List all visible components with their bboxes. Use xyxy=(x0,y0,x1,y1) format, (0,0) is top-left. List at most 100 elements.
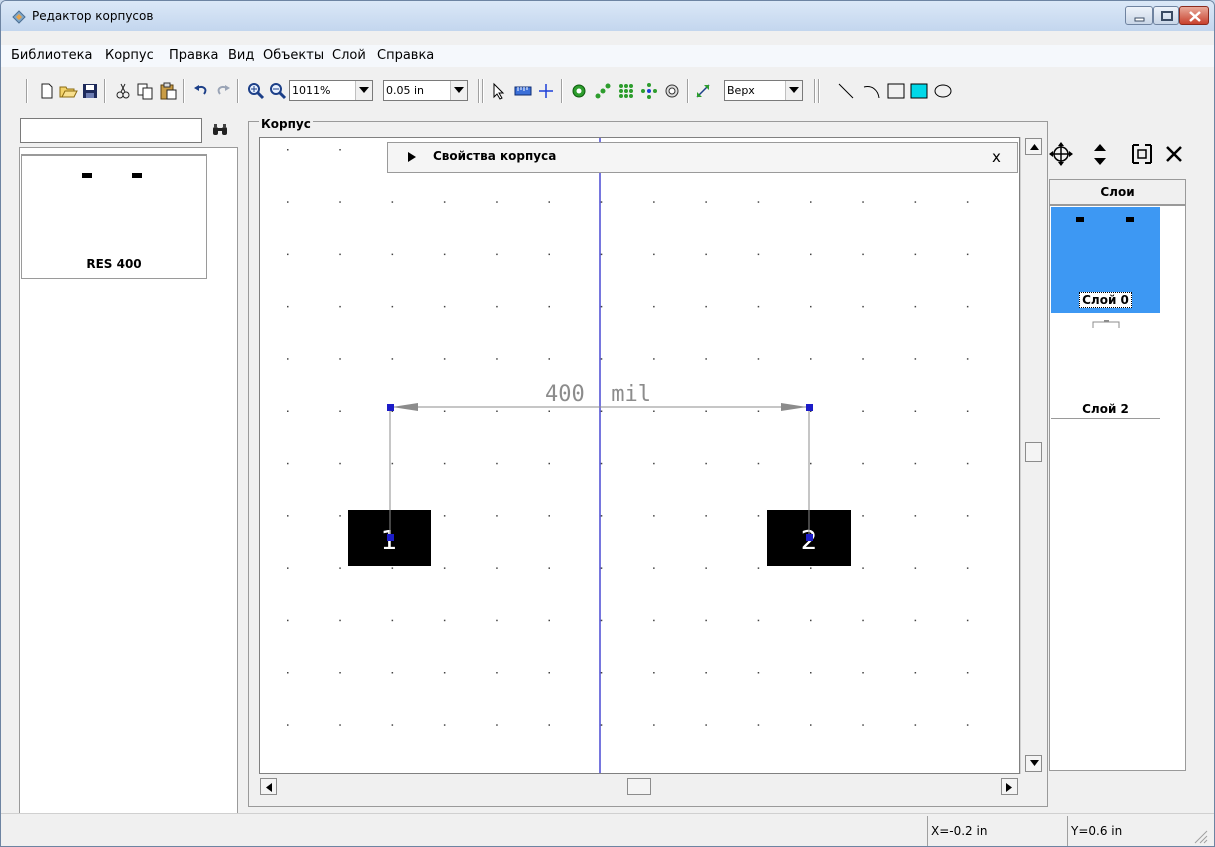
pad-2-anchor[interactable] xyxy=(806,534,813,541)
dimension-handle-left[interactable] xyxy=(387,404,394,411)
draw-arc-button[interactable] xyxy=(862,81,882,101)
close-button[interactable] xyxy=(1179,6,1209,25)
grid-dot xyxy=(548,567,550,569)
move-layer-icon[interactable] xyxy=(1049,141,1073,167)
draw-filled-rectangle-button[interactable] xyxy=(909,81,929,101)
menu-edit[interactable]: Правка xyxy=(169,48,218,63)
undo-button[interactable] xyxy=(191,81,211,101)
place-pad-circle-button[interactable] xyxy=(639,81,659,101)
scroll-left-button[interactable] xyxy=(260,778,277,795)
drawing-canvas[interactable]: 1 2 400 mil xyxy=(259,137,1020,774)
scroll-up-button[interactable] xyxy=(1025,138,1042,155)
pad-preview xyxy=(132,173,142,178)
scroll-right-button[interactable] xyxy=(1001,778,1018,795)
redo-button[interactable] xyxy=(213,81,233,101)
open-button[interactable] xyxy=(58,81,78,101)
dimension-handle-right[interactable] xyxy=(806,404,813,411)
scroll-down-button[interactable] xyxy=(1025,755,1042,772)
place-pad-array-button[interactable] xyxy=(616,81,636,101)
grid-dot xyxy=(443,305,446,308)
menu-package[interactable]: Корпус xyxy=(105,48,154,63)
save-button[interactable] xyxy=(80,81,100,101)
grid-dot xyxy=(810,462,812,465)
draw-ellipse-button[interactable] xyxy=(933,81,953,101)
vertical-scroll-thumb[interactable] xyxy=(1025,442,1042,462)
layer-item-0[interactable]: Слой 0 xyxy=(1051,207,1160,313)
package-card-res400[interactable]: RES 400 xyxy=(21,154,207,279)
grid-dot xyxy=(548,619,550,622)
select-tool-button[interactable] xyxy=(489,81,509,101)
grid-dot xyxy=(862,724,864,726)
grid-dot xyxy=(600,305,603,308)
menu-help[interactable]: Справка xyxy=(377,48,434,63)
draw-rectangle-button[interactable] xyxy=(886,81,906,101)
measure-tool-button[interactable] xyxy=(513,81,533,101)
delete-layer-icon[interactable] xyxy=(1162,141,1186,167)
menu-library[interactable]: Библиотека xyxy=(11,48,93,63)
origin-tool-button[interactable] xyxy=(536,81,556,101)
layer-fit-icon[interactable] xyxy=(1130,141,1154,167)
menu-view[interactable]: Вид xyxy=(228,48,254,63)
grid-dot xyxy=(862,462,864,465)
binoculars-icon[interactable] xyxy=(212,124,228,136)
vertical-scrollbar[interactable] xyxy=(1020,137,1044,774)
minimize-button[interactable] xyxy=(1125,6,1153,25)
grid-dot xyxy=(600,253,603,256)
package-list[interactable]: RES 400 xyxy=(19,147,238,836)
reorder-arrows-icon[interactable] xyxy=(1092,141,1108,167)
resize-grip-icon[interactable] xyxy=(1191,827,1209,845)
properties-close-button[interactable]: x xyxy=(992,148,1001,166)
grid-dot xyxy=(757,724,760,726)
zoom-select[interactable]: 1011% xyxy=(289,80,373,101)
layer-item-2[interactable]: Слой 2 xyxy=(1051,313,1160,419)
place-pad-row-button[interactable] xyxy=(593,81,613,101)
zoom-in-icon xyxy=(248,83,265,100)
grid-dot xyxy=(966,724,969,726)
grid-dot xyxy=(391,201,394,203)
grid-dropdown-arrow[interactable] xyxy=(450,81,467,100)
package-properties-panel[interactable]: Свойства корпуса x xyxy=(387,142,1018,173)
grid-step-select[interactable]: 0.05 in xyxy=(383,80,468,101)
grid-dot xyxy=(705,462,707,465)
pad-row-icon xyxy=(595,83,611,99)
zoom-in-button[interactable] xyxy=(246,81,266,101)
pad-1-anchor[interactable] xyxy=(387,534,394,541)
grid-dot xyxy=(496,305,498,308)
side-dropdown-arrow[interactable] xyxy=(785,81,802,100)
grid-dot xyxy=(966,253,969,256)
grid-dot xyxy=(548,358,550,360)
horizontal-scrollbar[interactable] xyxy=(259,774,1020,799)
grid-dot xyxy=(757,253,760,256)
grid-dot xyxy=(966,410,969,412)
grid-dot xyxy=(600,515,603,517)
grid-dot xyxy=(496,619,498,622)
side-select[interactable]: Верх xyxy=(724,80,803,101)
title-bar: Редактор корпусов xyxy=(1,1,1214,31)
maximize-button[interactable] xyxy=(1153,6,1179,25)
zoom-dropdown-arrow[interactable] xyxy=(355,81,372,100)
menu-objects[interactable]: Объекты xyxy=(263,48,324,63)
place-dimension-button[interactable] xyxy=(693,81,713,101)
grid-dot xyxy=(653,410,655,412)
horizontal-scroll-thumb[interactable] xyxy=(627,778,651,795)
new-file-button[interactable] xyxy=(37,81,57,101)
place-pad-button[interactable] xyxy=(569,81,589,101)
grid-dot xyxy=(391,672,394,674)
grid-dots xyxy=(287,149,969,726)
zoom-fit-button[interactable] xyxy=(268,81,288,101)
grid-dot xyxy=(966,358,969,360)
cut-button[interactable] xyxy=(113,81,133,101)
copy-button[interactable] xyxy=(135,81,155,101)
draw-line-button[interactable] xyxy=(836,81,856,101)
grid-dot xyxy=(391,253,394,256)
grid-dot xyxy=(443,619,446,622)
grid-dot xyxy=(287,149,289,151)
expand-triangle-icon[interactable] xyxy=(408,152,416,162)
library-search-input[interactable] xyxy=(20,118,202,143)
menu-layer[interactable]: Слой xyxy=(332,48,366,63)
dimension-icon xyxy=(696,84,710,98)
grid-dot xyxy=(653,358,655,360)
place-hole-button[interactable] xyxy=(662,81,682,101)
paste-button[interactable] xyxy=(158,81,178,101)
layers-list[interactable]: Слой 0 Слой 2 xyxy=(1049,205,1186,771)
